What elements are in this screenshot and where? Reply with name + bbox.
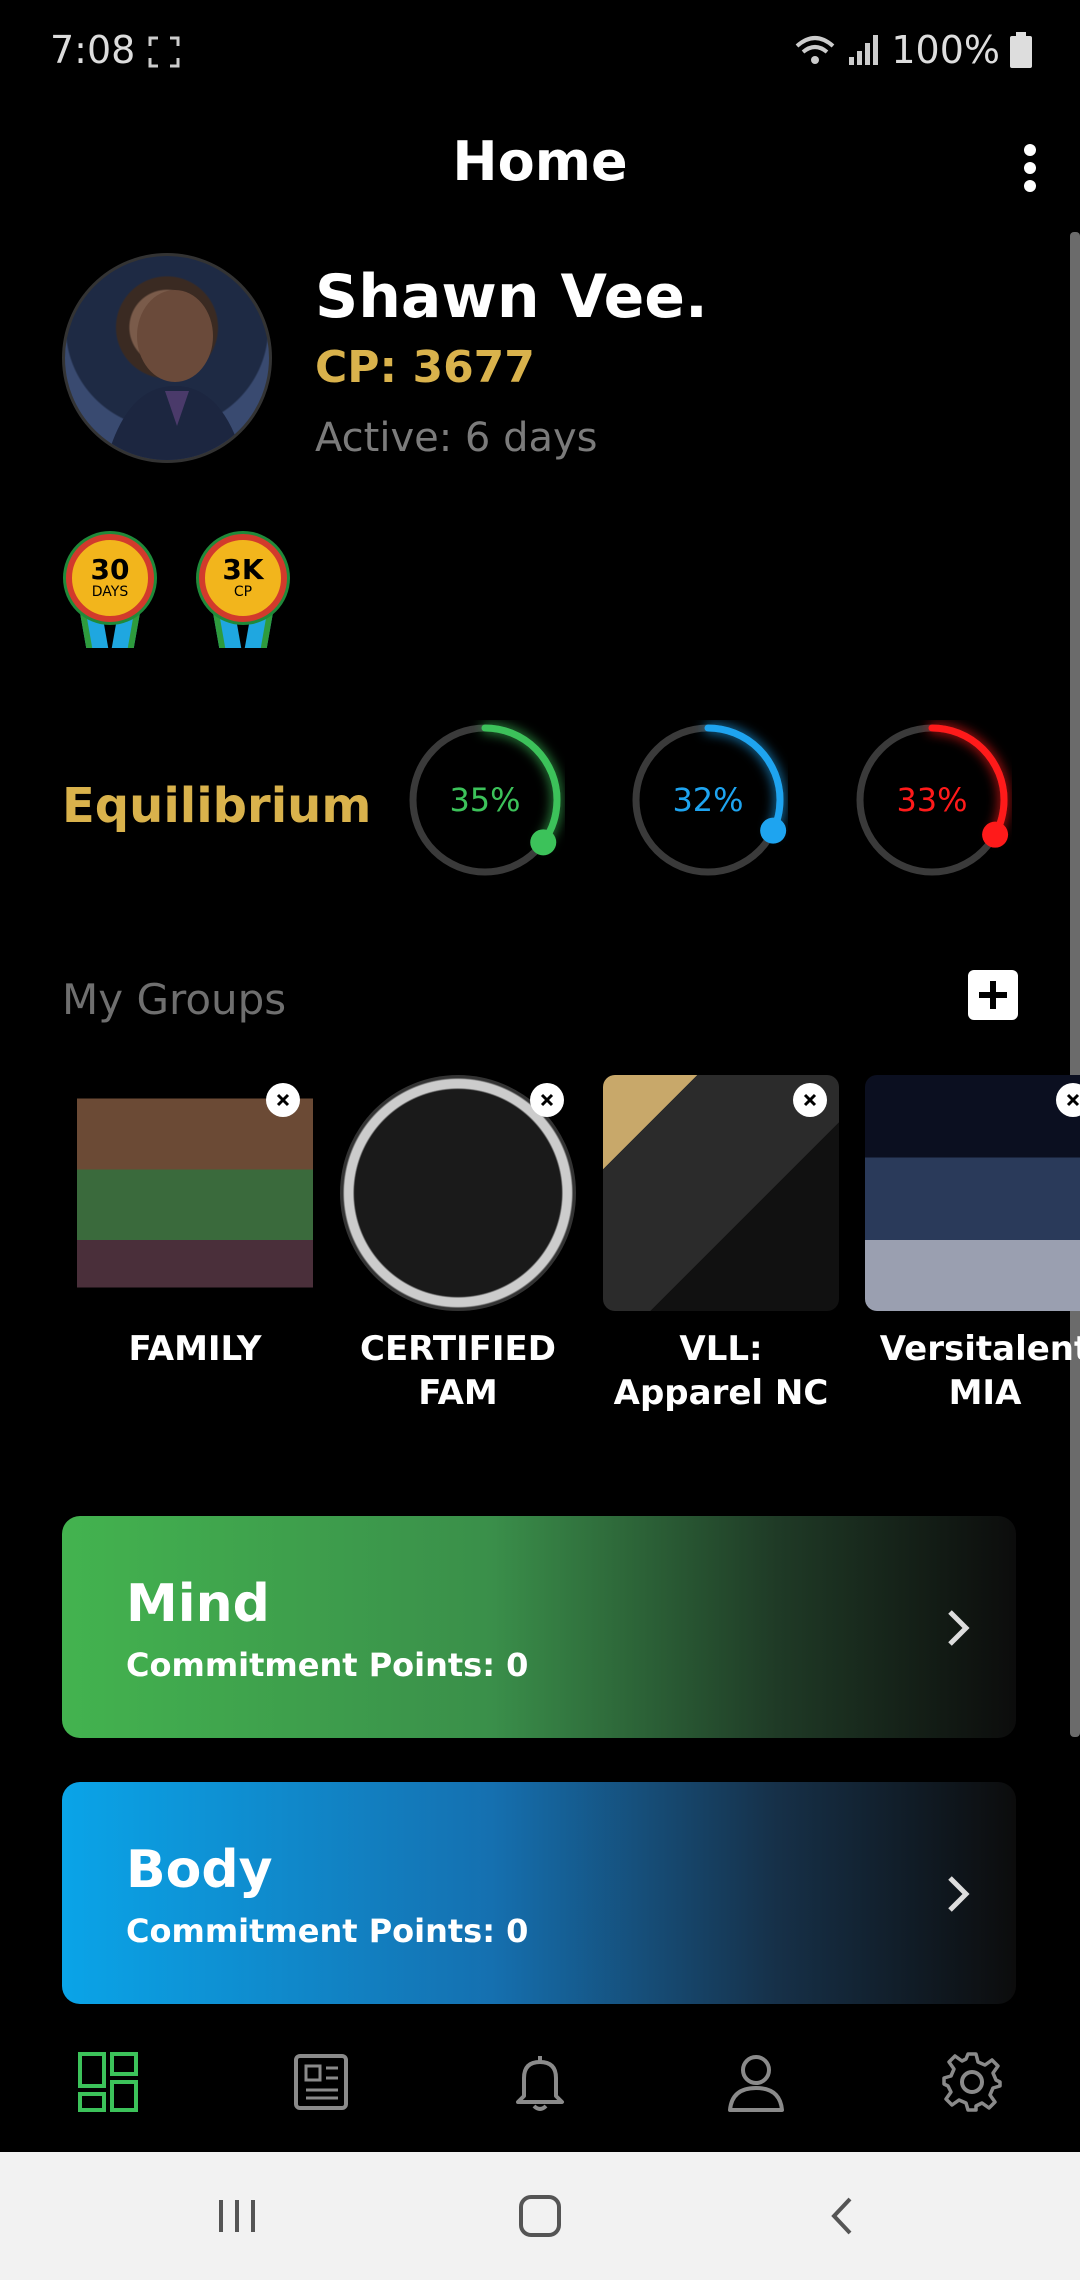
badge-unit: DAYS (91, 583, 129, 600)
avatar[interactable] (62, 253, 272, 463)
equilibrium-label: Equilibrium (62, 778, 372, 834)
nav-profile[interactable] (716, 2042, 796, 2122)
profile-cp: CP: 3677 (315, 342, 535, 393)
profile-icon (728, 2055, 784, 2112)
body-progress-ring[interactable]: 32% (628, 720, 788, 880)
close-icon (1066, 1093, 1080, 1107)
card-title: Body (126, 1840, 273, 1900)
badge-30-days[interactable]: 30 DAYS (62, 530, 158, 650)
group-label: VLL: Apparel NC (613, 1329, 829, 1414)
mind-progress-ring[interactable]: 35% (405, 720, 565, 880)
body-category-card[interactable]: Body Commitment Points: 0 (62, 1782, 1016, 2004)
remove-group-button[interactable] (793, 1083, 827, 1117)
badge-value: 30 (90, 552, 130, 586)
groups-title: My Groups (62, 975, 287, 1024)
app-header: Home (0, 110, 1080, 220)
recent-apps-button[interactable] (207, 2186, 267, 2246)
scrollbar[interactable] (1070, 232, 1080, 1737)
medal-icon: 3K CP (199, 534, 287, 622)
plus-icon (979, 981, 1007, 1009)
close-icon (276, 1093, 290, 1107)
avatar-person-icon (106, 290, 244, 460)
group-label: Versitalent MIA (879, 1329, 1080, 1414)
group-image[interactable] (865, 1075, 1080, 1311)
remove-group-button[interactable] (530, 1083, 564, 1117)
mind-category-card[interactable]: Mind Commitment Points: 0 (62, 1516, 1016, 1738)
more-vertical-icon (1024, 144, 1036, 192)
add-group-button[interactable] (968, 970, 1018, 1020)
gear-icon (942, 2052, 1002, 2112)
badge-unit: CP (233, 583, 253, 600)
screenshot-icon (148, 36, 180, 68)
profile-active-days: Active: 6 days (315, 415, 598, 461)
dashboard-icon (78, 2052, 138, 2112)
chevron-right-icon (948, 1610, 970, 1646)
bell-icon (516, 2056, 564, 2111)
medal-icon: 30 DAYS (66, 534, 154, 622)
group-item-family[interactable]: FAMILY (75, 1075, 315, 1371)
ring-percent: 32% (672, 781, 744, 819)
status-time: 7:08 (50, 28, 136, 72)
chevron-right-icon (948, 1876, 970, 1912)
wifi-icon (796, 36, 835, 64)
badge-3k-cp[interactable]: 3K CP (195, 530, 291, 650)
system-nav-bar (0, 2152, 1080, 2280)
page-title: Home (452, 130, 628, 193)
nav-dashboard[interactable] (68, 2042, 148, 2122)
news-icon (294, 2054, 348, 2110)
recent-apps-icon (219, 2200, 255, 2232)
back-icon (831, 2197, 852, 2235)
signal-icon (849, 35, 879, 65)
ring-percent: 35% (449, 781, 521, 819)
home-icon (519, 2195, 561, 2237)
group-item-versitalent-mia[interactable]: Versitalent MIA (865, 1075, 1080, 1415)
soul-progress-ring[interactable]: 33% (852, 720, 1012, 880)
more-options-button[interactable] (1000, 128, 1060, 208)
card-commitment-points: Commitment Points: 0 (126, 1646, 529, 1684)
status-bar: 7:08 100% (0, 0, 1080, 100)
close-icon (540, 1093, 554, 1107)
group-item-certified-fam[interactable]: CERTIFIED FAM (338, 1075, 578, 1415)
remove-group-button[interactable] (266, 1083, 300, 1117)
nav-news[interactable] (284, 2042, 364, 2122)
battery-icon (1010, 32, 1032, 68)
card-commitment-points: Commitment Points: 0 (126, 1912, 529, 1950)
profile-name: Shawn Vee. (315, 262, 708, 332)
nav-settings[interactable] (932, 2042, 1012, 2122)
group-label: FAMILY (128, 1329, 262, 1369)
home-button[interactable] (510, 2186, 570, 2246)
group-item-vll-apparel-nc[interactable]: VLL: Apparel NC (601, 1075, 841, 1415)
card-title: Mind (126, 1574, 270, 1634)
close-icon (803, 1093, 817, 1107)
bottom-nav (0, 2020, 1080, 2150)
battery-percent: 100% (891, 28, 1000, 72)
group-label: CERTIFIED FAM (360, 1329, 556, 1414)
nav-notifications[interactable] (500, 2042, 580, 2122)
badge-value: 3K (222, 552, 264, 586)
back-button[interactable] (812, 2186, 872, 2246)
ring-percent: 33% (896, 781, 968, 819)
